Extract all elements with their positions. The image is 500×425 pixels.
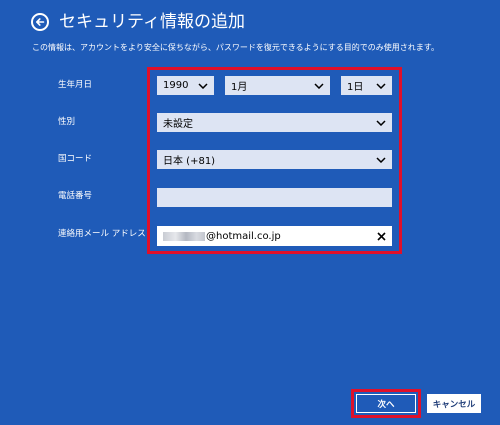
close-icon[interactable] [374, 229, 388, 243]
email-value: @hotmail.co.jp [206, 230, 281, 242]
chevron-down-icon [374, 155, 388, 165]
chevron-down-icon [196, 81, 210, 91]
email-input[interactable]: @hotmail.co.jp [157, 226, 392, 246]
phone-label: 電話番号 [58, 191, 93, 201]
email-label: 連絡用メール アドレス [58, 229, 146, 239]
birth-year-value: 1990 [163, 80, 189, 91]
back-arrow-icon [35, 17, 45, 27]
next-button[interactable]: 次へ [356, 394, 416, 413]
gender-select[interactable]: 未設定 [157, 113, 392, 132]
birthdate-label: 生年月日 [58, 80, 93, 90]
header: セキュリティ情報の追加 [31, 10, 245, 34]
birth-day-value: 1日 [347, 82, 364, 93]
back-button[interactable] [31, 13, 49, 31]
cancel-button[interactable]: キャンセル [427, 394, 481, 413]
birth-year-select[interactable]: 1990 [157, 76, 214, 95]
birth-day-select[interactable]: 1日 [341, 76, 392, 95]
country-code-label: 国コード [58, 154, 93, 164]
security-info-page: セキュリティ情報の追加 この情報は、アカウントをより安全に保ちながら、パスワード… [0, 0, 500, 425]
chevron-down-icon [374, 118, 388, 128]
country-code-select[interactable]: 日本 (+81) [157, 150, 392, 169]
phone-input[interactable] [157, 188, 392, 207]
description-text: この情報は、アカウントをより安全に保ちながら、パスワードを復元できるようにする目… [32, 43, 439, 52]
birth-month-value: 1月 [231, 82, 248, 93]
gender-value: 未設定 [163, 119, 193, 130]
chevron-down-icon [374, 81, 388, 91]
chevron-down-icon [312, 81, 326, 91]
birth-month-select[interactable]: 1月 [225, 76, 330, 95]
page-title: セキュリティ情報の追加 [59, 12, 245, 32]
country-code-value: 日本 (+81) [163, 156, 216, 167]
gender-label: 性別 [58, 117, 76, 127]
redacted-email-prefix [163, 231, 205, 241]
